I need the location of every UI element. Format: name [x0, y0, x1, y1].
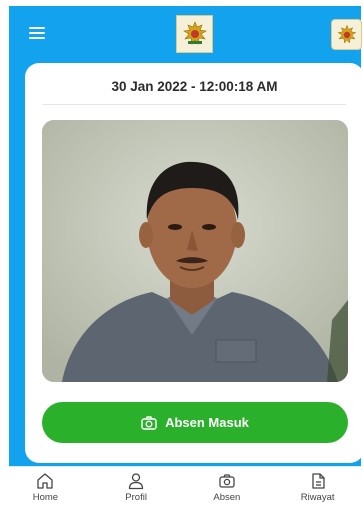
nav-item-riwayat[interactable]: Riwayat — [272, 467, 363, 509]
nav-label-home: Home — [32, 492, 59, 503]
nav-item-home[interactable]: Home — [0, 467, 91, 509]
emblem-logo-icon — [182, 21, 207, 45]
home-icon — [37, 473, 54, 489]
emblem-avatar-icon — [337, 24, 356, 44]
attendance-card: 30 Jan 2022 - 12:00:18 AM Absen Masuk — [25, 63, 363, 463]
nav-label-profil: Profil — [125, 492, 147, 503]
document-icon — [311, 473, 325, 489]
absen-masuk-button[interactable]: Absen Masuk — [42, 402, 348, 443]
camera-icon — [141, 415, 157, 430]
nav-label-absen: Absen — [213, 492, 241, 503]
selfie-photo-image — [42, 120, 348, 382]
selfie-photo — [42, 120, 348, 382]
emblem-avatar[interactable] — [331, 19, 362, 50]
emblem-logo — [176, 15, 213, 53]
user-icon — [128, 473, 144, 490]
divider — [43, 104, 346, 105]
attendance-datetime: 30 Jan 2022 - 12:00:18 AM — [111, 79, 278, 94]
nav-item-absen[interactable]: Absen — [182, 467, 273, 509]
nav-label-riwayat: Riwayat — [300, 492, 335, 503]
bottom-navigation: Home Profil Absen Riwayat — [0, 467, 363, 509]
app-screen: 30 Jan 2022 - 12:00:18 AM Absen Masuk Ho… — [0, 0, 363, 509]
hamburger-menu-icon[interactable] — [29, 27, 45, 39]
absen-masuk-label: Absen Masuk — [165, 415, 249, 430]
header-background: 30 Jan 2022 - 12:00:18 AM Absen Masuk — [9, 6, 363, 466]
nav-item-profil[interactable]: Profil — [91, 467, 182, 509]
camera-icon — [219, 474, 235, 488]
